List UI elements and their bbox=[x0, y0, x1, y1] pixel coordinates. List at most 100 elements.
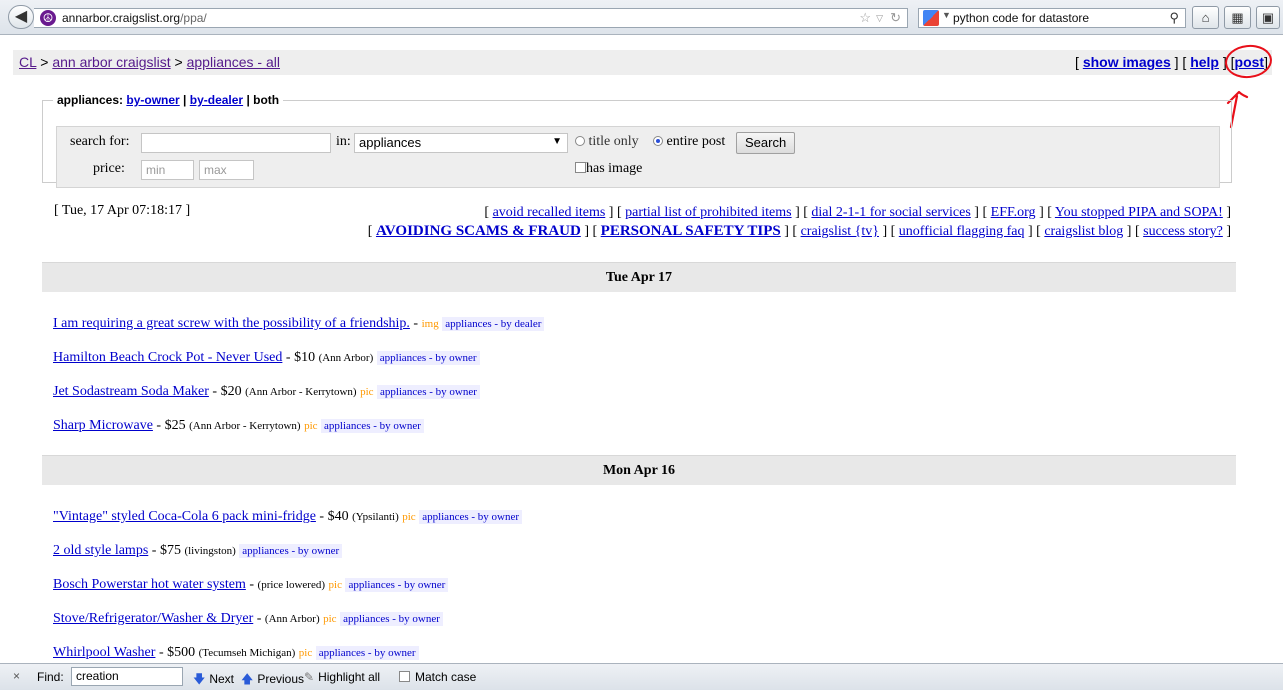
info-link[interactable]: PERSONAL SAFETY TIPS bbox=[601, 223, 781, 239]
separator: - bbox=[315, 509, 328, 524]
listing-category-link[interactable]: appliances - by owner bbox=[239, 544, 343, 558]
category-select[interactable]: appliances ▼ bbox=[354, 133, 568, 153]
listing-title-link[interactable]: 2 old style lamps bbox=[53, 543, 148, 558]
find-next-button[interactable]: 🡇 Next bbox=[193, 670, 234, 691]
price-label: price: bbox=[93, 161, 125, 176]
url-bar[interactable]: ☮ annarbor.craigslist.org/ppa/ ☆ ▽ ↻ bbox=[34, 8, 908, 28]
listing-title-link[interactable]: Hamilton Beach Crock Pot - Never Used bbox=[53, 350, 282, 365]
listing-title-link[interactable]: Bosch Powerstar hot water system bbox=[53, 577, 246, 592]
match-case-option[interactable]: Match case bbox=[399, 670, 476, 684]
find-input[interactable]: creation bbox=[71, 667, 183, 686]
bracket: [ bbox=[616, 205, 626, 220]
bracket: ] bbox=[1035, 205, 1048, 220]
has-image-option[interactable]: has image bbox=[575, 161, 642, 177]
listing-category-link[interactable]: appliances - by owner bbox=[315, 646, 419, 660]
extension-icon: ▣ bbox=[1261, 10, 1275, 25]
listing-category-link[interactable]: appliances - by owner bbox=[345, 578, 449, 592]
listing-location: (livingston) bbox=[184, 545, 236, 557]
listing-title-link[interactable]: Sharp Microwave bbox=[53, 418, 153, 433]
breadcrumb-sep: > bbox=[36, 54, 53, 70]
search-form: appliances: by-owner | by-dealer | both … bbox=[42, 93, 1232, 188]
bookmark-star-icon[interactable]: ☆ bbox=[859, 10, 871, 26]
listing-category-link[interactable]: appliances - by owner bbox=[340, 612, 443, 626]
info-link[interactable]: craigslist {tv} bbox=[801, 224, 879, 239]
info-link[interactable]: craigslist blog bbox=[1044, 224, 1123, 239]
listing-price: $20 bbox=[220, 384, 242, 399]
entire-post-radio[interactable] bbox=[653, 136, 663, 146]
info-link[interactable]: avoid recalled items bbox=[493, 205, 606, 220]
separator: - bbox=[152, 418, 165, 433]
history-dropdown-icon[interactable]: ▽ bbox=[876, 13, 883, 24]
title-only-option[interactable]: title only bbox=[575, 134, 639, 150]
breadcrumb-section[interactable]: appliances - all bbox=[187, 54, 280, 70]
bracket: ] bbox=[780, 224, 793, 239]
search-panel: search for: in: appliances ▼ title only e… bbox=[56, 126, 1220, 188]
by-dealer-link[interactable]: by-dealer bbox=[190, 93, 243, 107]
search-icon[interactable]: ⚲ bbox=[1169, 10, 1179, 26]
by-owner-link[interactable]: by-owner bbox=[126, 93, 179, 107]
info-links-row: [ avoid recalled items ] [ partial list … bbox=[368, 203, 1231, 222]
info-link[interactable]: success story? bbox=[1143, 224, 1223, 239]
price-max-input[interactable]: max bbox=[199, 160, 254, 180]
listing-row: Hamilton Beach Crock Pot - Never Used - … bbox=[53, 350, 480, 366]
bracket: [ bbox=[367, 224, 376, 239]
info-link[interactable]: AVOIDING SCAMS & FRAUD bbox=[376, 223, 581, 239]
has-image-checkbox[interactable] bbox=[575, 162, 586, 173]
bracket: ] bbox=[1222, 224, 1231, 239]
breadcrumb-cl[interactable]: CL bbox=[19, 54, 36, 70]
search-input[interactable] bbox=[141, 133, 331, 153]
listing-category-link[interactable]: appliances - by dealer bbox=[442, 317, 545, 331]
help-link[interactable]: help bbox=[1190, 54, 1219, 70]
listing-category-link[interactable]: appliances - by owner bbox=[419, 510, 523, 524]
listing-row: 2 old style lamps - $75 (livingston) app… bbox=[53, 543, 343, 559]
browser-search-bar[interactable]: ▼ python code for datastore ⚲ bbox=[918, 8, 1186, 28]
bracket: [ bbox=[982, 205, 991, 220]
listing-title-link[interactable]: Stove/Refrigerator/Washer & Dryer bbox=[53, 611, 253, 626]
match-case-checkbox[interactable] bbox=[399, 671, 410, 682]
separator: - bbox=[282, 350, 295, 365]
listing-pic-tag: pic bbox=[304, 420, 318, 432]
listing-category-link[interactable]: appliances - by owner bbox=[376, 351, 480, 365]
breadcrumb-city[interactable]: ann arbor craigslist bbox=[52, 54, 170, 70]
search-button[interactable]: Search bbox=[736, 132, 796, 154]
engine-dropdown-icon[interactable]: ▼ bbox=[942, 10, 951, 20]
info-link[interactable]: unofficial flagging faq bbox=[899, 224, 1025, 239]
post-link[interactable]: post bbox=[1235, 54, 1265, 70]
info-link[interactable]: EFF.org bbox=[991, 205, 1036, 220]
reload-icon[interactable]: ↻ bbox=[890, 10, 901, 26]
price-min-input[interactable]: min bbox=[141, 160, 194, 180]
entire-post-option[interactable]: entire post bbox=[653, 134, 725, 150]
listing-pic-tag: pic bbox=[323, 613, 337, 625]
listing-location: (Ann Arbor - Kerrytown) bbox=[245, 386, 357, 398]
back-arrow-icon: ◀ bbox=[14, 8, 28, 25]
info-link[interactable]: partial list of prohibited items bbox=[625, 205, 791, 220]
listing-category-link[interactable]: appliances - by owner bbox=[377, 385, 480, 399]
post-wrap: post bbox=[1222, 42, 1274, 81]
day-header: Mon Apr 16 bbox=[42, 455, 1236, 485]
browser-search-text[interactable]: python code for datastore bbox=[953, 11, 1089, 25]
listing-title-link[interactable]: Jet Sodastream Soda Maker bbox=[53, 384, 209, 399]
search-engine-icon[interactable] bbox=[923, 10, 939, 26]
listing-title-link[interactable]: "Vintage" styled Coca-Cola 6 pack mini-f… bbox=[53, 509, 316, 524]
extension-button[interactable]: ▣ bbox=[1256, 6, 1280, 29]
separator: - bbox=[409, 316, 422, 331]
title-only-radio[interactable] bbox=[575, 136, 585, 146]
listing-title-link[interactable]: I am requiring a great screw with the po… bbox=[53, 316, 410, 331]
info-link[interactable]: dial 2-1-1 for social services bbox=[811, 205, 970, 220]
listing-row: "Vintage" styled Coca-Cola 6 pack mini-f… bbox=[53, 509, 523, 525]
info-link[interactable]: You stopped PIPA and SOPA! bbox=[1055, 205, 1223, 220]
arrow-up-icon: 🡅 bbox=[241, 672, 254, 686]
highlight-all-label: Highlight all bbox=[318, 670, 381, 684]
highlight-all-button[interactable]: ✎ Highlight all bbox=[304, 670, 380, 684]
show-images-link[interactable]: show images bbox=[1083, 54, 1171, 70]
listing-title-link[interactable]: Whirlpool Washer bbox=[53, 645, 155, 660]
find-next-label: Next bbox=[209, 672, 235, 686]
listing-category-link[interactable]: appliances - by owner bbox=[321, 419, 424, 433]
back-button[interactable]: ◀ bbox=[8, 5, 34, 29]
home-button[interactable]: ⌂ bbox=[1192, 6, 1219, 29]
listing-row: Stove/Refrigerator/Washer & Dryer - (Ann… bbox=[53, 611, 443, 627]
find-previous-button[interactable]: 🡅 Previous bbox=[241, 670, 304, 691]
close-icon[interactable]: × bbox=[13, 669, 20, 683]
apps-button[interactable]: ▦ bbox=[1224, 6, 1251, 29]
listing-price: $25 bbox=[164, 418, 186, 433]
